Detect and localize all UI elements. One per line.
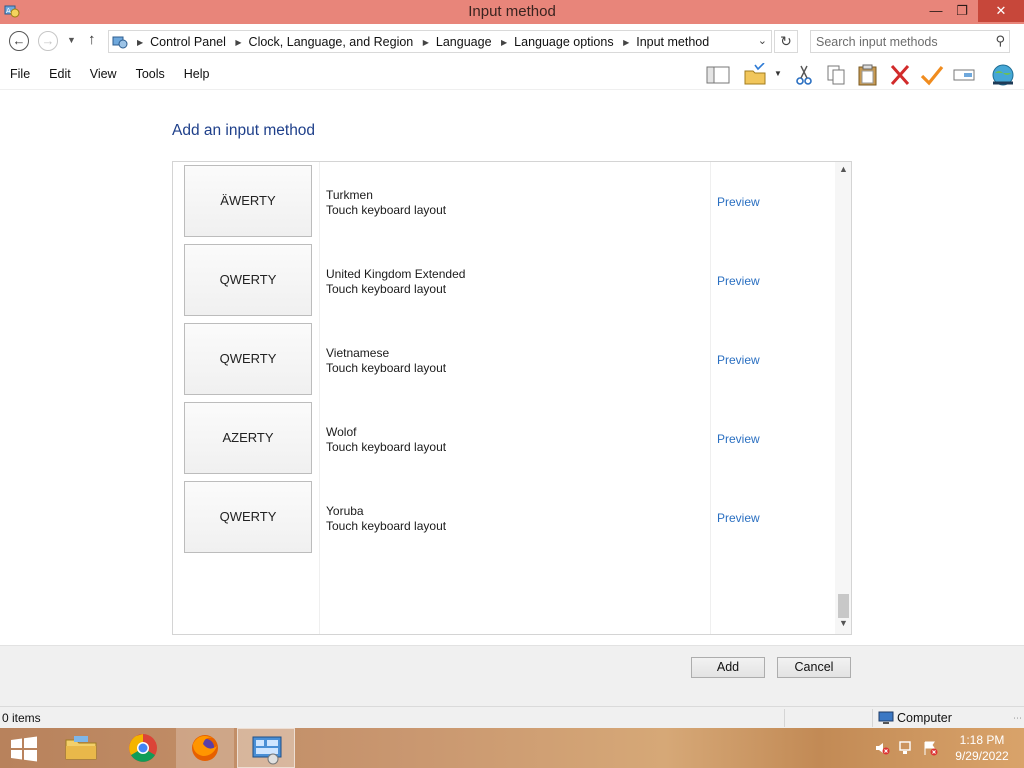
title-bar: A Input method — ❐ ✕ (0, 0, 1024, 24)
vertical-scrollbar[interactable]: ▲ ▼ (835, 162, 851, 634)
method-type: Touch keyboard layout (326, 203, 447, 217)
search-box[interactable]: ⚲ (810, 30, 1010, 53)
control-panel-taskbar-button[interactable] (237, 728, 295, 768)
status-location: Computer (897, 711, 952, 725)
menu-help[interactable]: Help (174, 67, 219, 81)
file-explorer-icon (65, 736, 97, 760)
preview-link[interactable]: Preview (717, 353, 760, 367)
dialog-footer: Add Cancel (0, 645, 1024, 706)
action-center-icon[interactable] (922, 740, 938, 756)
clock-time: 1:18 PM (959, 733, 1005, 747)
layout-pane-icon[interactable] (705, 63, 731, 87)
chevron-right-icon: ▶ (623, 38, 630, 47)
minimize-button[interactable]: — (922, 0, 950, 22)
delete-icon[interactable] (887, 63, 913, 87)
list-item[interactable]: ÄWERTY Turkmen Touch keyboard layout Pre… (173, 162, 833, 241)
method-type: Touch keyboard layout (326, 519, 447, 533)
add-button[interactable]: Add (691, 657, 765, 678)
preview-link[interactable]: Preview (717, 195, 760, 209)
address-bar[interactable]: ▶ Control Panel ▶ Clock, Language, and Reg… (108, 30, 772, 53)
scroll-down-icon[interactable]: ▼ (835, 618, 851, 632)
breadcrumb-language[interactable]: Language (436, 35, 492, 49)
chevron-down-icon[interactable]: ▼ (774, 69, 782, 78)
chevron-right-icon: ▶ (422, 38, 429, 47)
rename-icon[interactable] (951, 63, 977, 87)
resize-grip-icon[interactable]: ⋯ (1013, 713, 1022, 724)
network-icon[interactable] (898, 740, 914, 756)
navigation-bar: ← → ▼ ↑ ▶ Control Panel ▶ Clock, Language,… (0, 24, 1024, 60)
chevron-right-icon: ▶ (137, 38, 144, 47)
firefox-taskbar-button[interactable] (176, 728, 234, 768)
paste-icon[interactable] (855, 63, 881, 87)
list-item[interactable]: QWERTY United Kingdom Extended Touch key… (173, 241, 833, 320)
list-item[interactable]: QWERTY Yoruba Touch keyboard layout Prev… (173, 478, 833, 557)
keyboard-layout-tile[interactable]: AZERTY (184, 402, 312, 474)
menu-file[interactable]: File (0, 67, 39, 81)
keyboard-layout-tile[interactable]: QWERTY (184, 481, 312, 553)
breadcrumb-clock-language-region[interactable]: Clock, Language, and Region (249, 35, 414, 49)
taskbar: 1:18 PM 9/29/2022 (0, 728, 1024, 768)
control-panel-icon (112, 36, 128, 49)
volume-muted-icon[interactable] (874, 740, 890, 756)
computer-icon (878, 711, 894, 724)
method-name: Wolof (326, 425, 357, 439)
item-count: 0 items (2, 711, 41, 725)
method-type: Touch keyboard layout (326, 361, 447, 375)
status-bar: 0 items Computer ⋯ (0, 706, 1024, 728)
refresh-button[interactable]: ↻ (774, 30, 798, 53)
cancel-button[interactable]: Cancel (777, 657, 851, 678)
network-globe-icon[interactable] (990, 63, 1016, 87)
menu-bar: File Edit View Tools Help ▼ (0, 60, 1024, 90)
chrome-icon (129, 734, 157, 762)
search-icon[interactable]: ⚲ (995, 33, 1005, 49)
breadcrumb: ▶ Control Panel ▶ Clock, Language, and Reg… (131, 35, 709, 49)
breadcrumb-language-options[interactable]: Language options (514, 35, 613, 49)
keyboard-layout-tile[interactable]: ÄWERTY (184, 165, 312, 237)
method-name: Vietnamese (326, 346, 390, 360)
clock-date: 9/29/2022 (955, 749, 1009, 763)
scrollbar-thumb[interactable] (838, 594, 849, 618)
properties-check-icon[interactable] (919, 63, 945, 87)
input-method-list: ÄWERTY Turkmen Touch keyboard layout Pre… (172, 161, 852, 635)
method-name: Yoruba (326, 504, 364, 518)
windows-start-icon[interactable] (8, 736, 40, 762)
list-item[interactable]: AZERTY Wolof Touch keyboard layout Previ… (173, 399, 833, 478)
copy-icon[interactable] (823, 63, 849, 87)
window-title: Input method (468, 3, 556, 20)
chrome-taskbar-button[interactable] (114, 728, 172, 768)
cut-icon[interactable] (791, 63, 817, 87)
forward-button[interactable]: → (38, 31, 58, 51)
menu-edit[interactable]: Edit (39, 67, 80, 81)
scroll-up-icon[interactable]: ▲ (835, 164, 851, 178)
method-name: Turkmen (326, 188, 373, 202)
taskbar-clock[interactable]: 1:18 PM 9/29/2022 (950, 732, 1014, 764)
up-button[interactable]: ↑ (88, 31, 96, 48)
recent-locations-dropdown[interactable]: ▼ (67, 35, 76, 45)
preview-link[interactable]: Preview (717, 511, 760, 525)
restore-button[interactable]: ❐ (948, 0, 976, 22)
control-panel-icon (252, 736, 282, 765)
close-button[interactable]: ✕ (978, 0, 1024, 22)
chevron-right-icon: ▶ (501, 38, 508, 47)
firefox-icon (192, 735, 218, 761)
page-title: Add an input method (172, 122, 316, 139)
list-item[interactable]: QWERTY Vietnamese Touch keyboard layout … (173, 320, 833, 399)
method-type: Touch keyboard layout (326, 282, 447, 296)
keyboard-layout-tile[interactable]: QWERTY (184, 244, 312, 316)
method-type: Touch keyboard layout (326, 440, 447, 454)
file-explorer-taskbar-button[interactable] (52, 728, 110, 768)
chevron-right-icon: ▶ (235, 38, 242, 47)
menu-tools[interactable]: Tools (126, 67, 174, 81)
chevron-down-icon[interactable]: ⌄ (758, 34, 767, 47)
preview-link[interactable]: Preview (717, 274, 760, 288)
method-name: United Kingdom Extended (326, 267, 466, 281)
keyboard-layout-tile[interactable]: QWERTY (184, 323, 312, 395)
preview-link[interactable]: Preview (717, 432, 760, 446)
folder-options-icon[interactable] (742, 63, 768, 87)
back-button[interactable]: ← (9, 31, 29, 51)
breadcrumb-control-panel[interactable]: Control Panel (150, 35, 226, 49)
breadcrumb-input-method[interactable]: Input method (636, 35, 709, 49)
search-input[interactable] (811, 31, 981, 52)
menu-view[interactable]: View (80, 67, 126, 81)
